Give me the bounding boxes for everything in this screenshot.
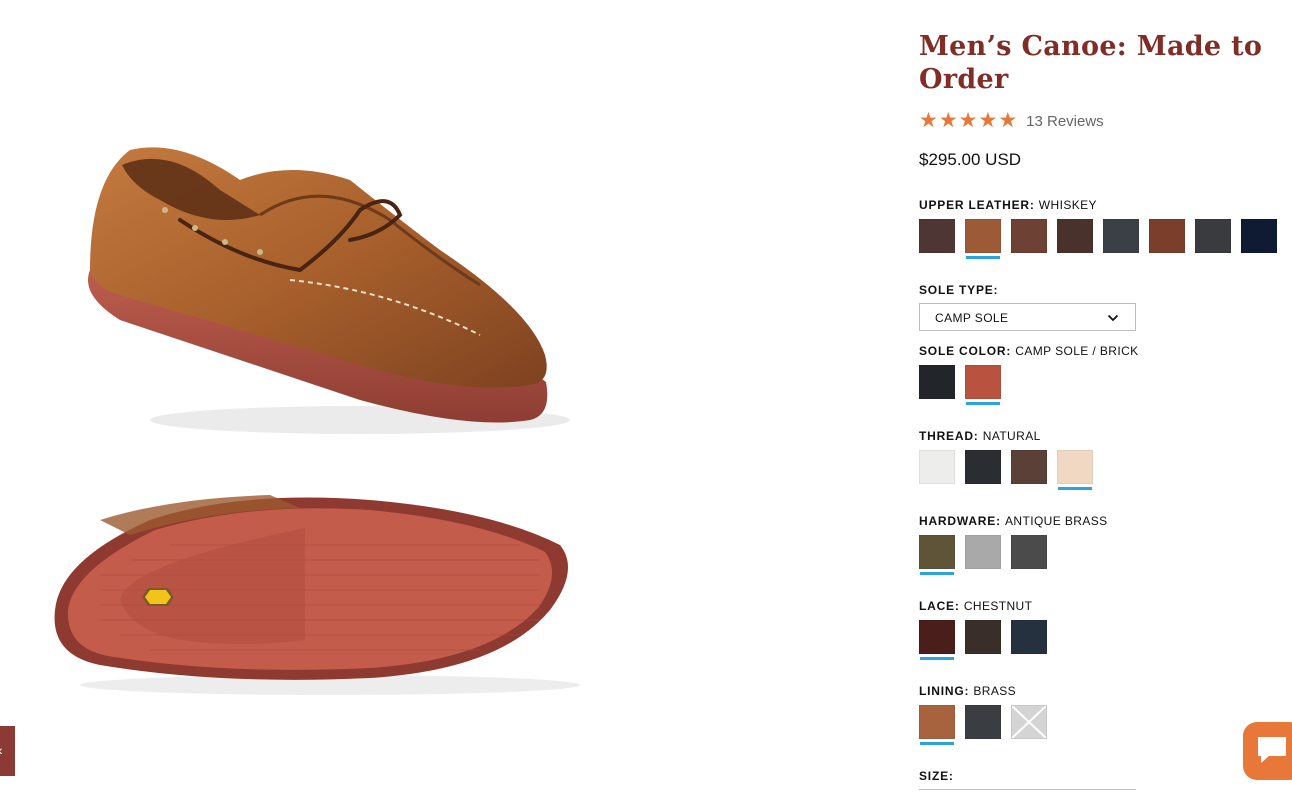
option-name: SOLE TYPE: bbox=[919, 283, 999, 297]
option-name: SOLE COLOR: bbox=[919, 344, 1012, 358]
product-image-top[interactable] bbox=[60, 120, 580, 450]
swatch-lace[interactable] bbox=[965, 620, 1001, 654]
swatch-upper-leather[interactable] bbox=[1011, 219, 1047, 253]
swatch-hardware[interactable] bbox=[965, 535, 1001, 569]
star-icon: ★ bbox=[919, 109, 938, 132]
product-gallery bbox=[0, 0, 880, 792]
star-icon: ★ bbox=[958, 109, 978, 132]
swatch-hardware[interactable] bbox=[919, 535, 955, 575]
option-value: BRASS bbox=[973, 684, 1017, 698]
swatch-lace[interactable] bbox=[1011, 620, 1047, 654]
gallery-prev-tab[interactable]: ‹ bbox=[0, 726, 15, 776]
option-name: LACE: bbox=[919, 599, 960, 613]
swatch-lace[interactable] bbox=[919, 620, 955, 660]
swatch-thread[interactable] bbox=[919, 450, 955, 484]
swatch-lining[interactable] bbox=[965, 705, 1001, 739]
upper-leather-label: UPPER LEATHER: WHISKEY bbox=[919, 198, 1097, 212]
option-name: UPPER LEATHER: bbox=[919, 198, 1035, 212]
thread-label: THREAD: NATURAL bbox=[919, 429, 1041, 443]
chat-button[interactable] bbox=[1243, 722, 1292, 780]
star-icon: ★ bbox=[938, 109, 958, 132]
option-name: THREAD: bbox=[919, 429, 979, 443]
product-price: $295.00 USD bbox=[919, 150, 1022, 169]
swatch-sole-color[interactable] bbox=[965, 365, 1001, 405]
swatch-sole-color[interactable] bbox=[919, 365, 955, 399]
swatch-thread[interactable] bbox=[1011, 450, 1047, 484]
sole-type-selected-value: CAMP SOLE bbox=[935, 311, 1009, 325]
option-name: HARDWARE: bbox=[919, 514, 1001, 528]
lining-label: LINING: BRASS bbox=[919, 684, 1016, 698]
rating-stars: ★ ★ ★ ★ ★ bbox=[919, 109, 1018, 132]
sole-type-label: SOLE TYPE: bbox=[919, 283, 998, 297]
reviews-link[interactable]: 13 Reviews bbox=[1026, 113, 1104, 130]
swatch-lining-unavailable[interactable] bbox=[1011, 705, 1047, 739]
size-select[interactable] bbox=[919, 789, 1136, 799]
option-value: NATURAL bbox=[982, 429, 1041, 443]
chevron-left-icon: ‹ bbox=[0, 743, 3, 757]
product-options-panel: Men’s Canoe: Made to Order ★ ★ ★ ★ ★ 13 … bbox=[919, 0, 1292, 792]
hardware-label: HARDWARE: ANTIQUE BRASS bbox=[919, 514, 1108, 528]
swatch-upper-leather[interactable] bbox=[919, 219, 955, 253]
sole-type-select[interactable]: CAMP SOLE bbox=[919, 303, 1136, 331]
swatch-upper-leather[interactable] bbox=[965, 219, 1001, 259]
option-value: WHISKEY bbox=[1038, 198, 1097, 212]
option-value: ANTIQUE BRASS bbox=[1005, 514, 1108, 528]
chevron-down-icon bbox=[1107, 314, 1119, 322]
swatch-upper-leather[interactable] bbox=[1195, 219, 1231, 253]
swatch-upper-leather[interactable] bbox=[1149, 219, 1185, 253]
swatch-lining[interactable] bbox=[919, 705, 955, 745]
sole-color-label: SOLE COLOR: CAMP SOLE / BRICK bbox=[919, 344, 1139, 358]
swatch-upper-leather[interactable] bbox=[1057, 219, 1093, 253]
product-image-sole[interactable] bbox=[40, 480, 600, 710]
product-title: Men’s Canoe: Made to Order bbox=[919, 31, 1263, 95]
option-name: LINING: bbox=[919, 684, 970, 698]
option-value: CHESTNUT bbox=[963, 599, 1033, 613]
product-rating[interactable]: ★ ★ ★ ★ ★ 13 Reviews bbox=[919, 109, 1104, 132]
lace-label: LACE: CHESTNUT bbox=[919, 599, 1032, 613]
option-name: SIZE: bbox=[919, 769, 954, 783]
option-value: CAMP SOLE / BRICK bbox=[1015, 344, 1139, 358]
star-icon: ★ bbox=[998, 109, 1018, 132]
swatch-thread[interactable] bbox=[965, 450, 1001, 484]
swatch-thread[interactable] bbox=[1057, 450, 1093, 490]
swatch-upper-leather[interactable] bbox=[1103, 219, 1139, 253]
chat-bubble-icon bbox=[1258, 737, 1286, 763]
star-icon: ★ bbox=[978, 109, 998, 132]
size-label: SIZE: bbox=[919, 769, 954, 783]
swatch-upper-leather[interactable] bbox=[1241, 219, 1277, 253]
swatch-hardware[interactable] bbox=[1011, 535, 1047, 569]
unavailable-cross-icon bbox=[1012, 706, 1046, 738]
